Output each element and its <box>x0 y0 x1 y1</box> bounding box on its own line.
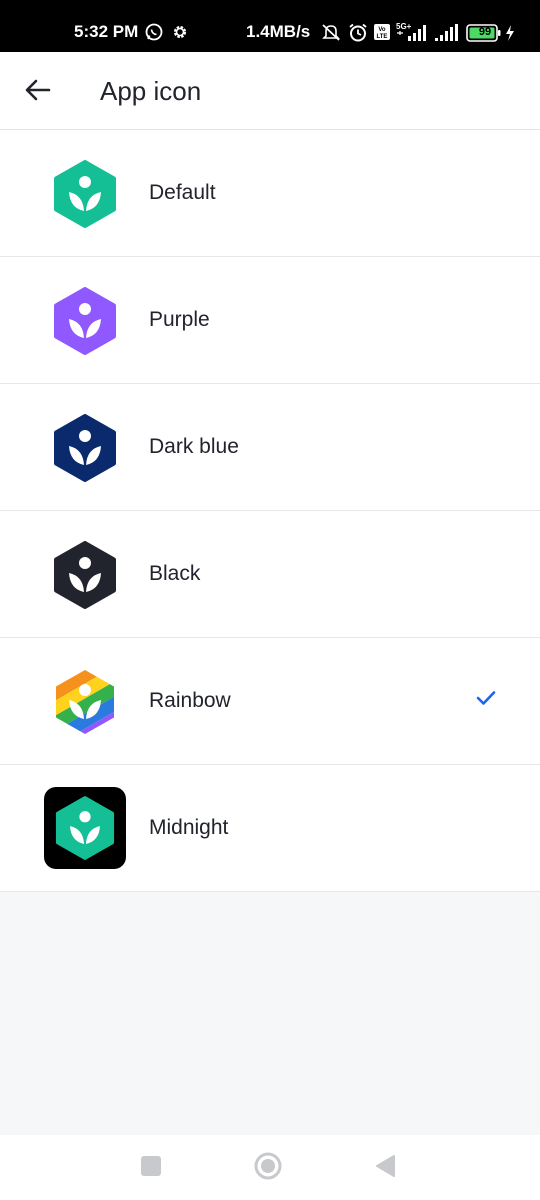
purple-app-icon <box>44 287 126 355</box>
list-item-purple[interactable]: Purple <box>0 257 540 384</box>
list-item-label: Purple <box>149 308 210 331</box>
battery-level: 99 <box>478 26 492 38</box>
checkmark-icon <box>476 690 496 711</box>
list-item-label: Default <box>149 181 216 204</box>
volte-icon: Vo LTE <box>373 23 391 46</box>
home-button[interactable] <box>253 1152 283 1185</box>
recents-button[interactable] <box>136 1153 166 1183</box>
list-item-midnight[interactable]: Midnight <box>0 765 540 892</box>
list-item-black[interactable]: Black <box>0 511 540 638</box>
default-app-icon <box>44 160 126 228</box>
page-title: App icon <box>100 76 202 106</box>
system-nav-bar <box>0 1135 540 1200</box>
square-icon <box>140 1155 162 1182</box>
list-item-label: Midnight <box>149 816 229 839</box>
svg-text:Vo: Vo <box>378 27 386 33</box>
app-icon-list: Default Purple Dark blue Black Rainbow M… <box>0 130 540 892</box>
signal-icon <box>434 21 460 48</box>
svg-text:LTE: LTE <box>377 34 388 40</box>
arrow-left-icon <box>25 79 51 106</box>
app-bar: App icon <box>0 52 540 130</box>
signal-5g-icon: 5G+ <box>395 21 431 48</box>
svg-text:5G+: 5G+ <box>396 22 412 31</box>
midnight-app-icon <box>44 787 126 869</box>
whatsapp-icon <box>145 23 163 46</box>
list-item-label: Black <box>149 562 201 585</box>
list-item-dark-blue[interactable]: Dark blue <box>0 384 540 511</box>
list-item-label: Dark blue <box>149 435 239 458</box>
network-speed: 1.4MB/s <box>246 22 311 41</box>
status-time: 5:32 PM <box>74 22 139 41</box>
gear-icon <box>171 23 189 46</box>
list-item-label: Rainbow <box>149 689 231 712</box>
list-item-rainbow[interactable]: Rainbow <box>0 638 540 765</box>
mute-icon <box>321 23 341 46</box>
rainbow-app-icon <box>44 669 126 735</box>
status-bar: 5:32 PM 1.4MB/s Vo LTE 5G+ 99 <box>0 0 540 52</box>
triangle-back-icon <box>374 1154 396 1183</box>
list-item-default[interactable]: Default <box>0 130 540 257</box>
charging-icon <box>504 24 516 47</box>
circle-icon <box>254 1152 282 1185</box>
alarm-icon <box>348 23 368 47</box>
back-nav-button[interactable] <box>370 1153 400 1183</box>
dark-blue-app-icon <box>44 414 126 482</box>
back-button[interactable] <box>18 72 58 112</box>
black-app-icon <box>44 541 126 609</box>
